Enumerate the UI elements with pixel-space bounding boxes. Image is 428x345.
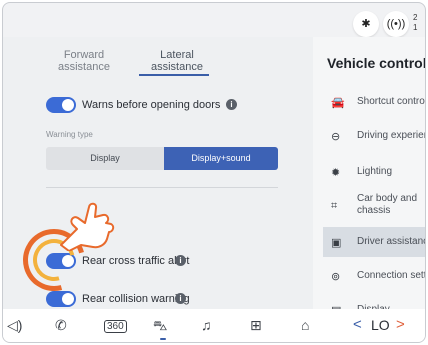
volume-icon[interactable]: ◁) — [7, 317, 22, 334]
connection-icon: ⊚ — [331, 271, 341, 283]
menu-item-shortcut-control[interactable]: 🚘 Shortcut control — [323, 87, 425, 117]
temperature-readout: LO — [371, 317, 390, 333]
steering-wheel-icon: ⊖ — [331, 131, 341, 143]
active-tab-indicator — [139, 74, 209, 76]
warning-type-label: Warning type — [46, 130, 93, 139]
tab-label-2: assistance — [58, 61, 110, 73]
driver-assist-icon: ▣ — [331, 237, 342, 249]
menu-item-car-body-chassis[interactable]: ⌗ Car body and chassis — [323, 189, 425, 223]
tab-lateral-assistance[interactable]: Lateral assistance — [137, 49, 217, 73]
bluetooth-icon[interactable]: ✱ — [353, 11, 379, 37]
menu-item-driver-assistance[interactable]: ▣ Driver assistance — [323, 227, 425, 257]
chassis-icon: ⌗ — [331, 200, 338, 212]
info-icon[interactable]: i — [175, 293, 186, 304]
tab-label: Forward — [63, 49, 105, 61]
bottom-dock: ◁) ✆ 360 ⛍ ♫ ⊞ ⌂ < LO > — [3, 309, 425, 342]
car-icon: 🚘 — [331, 97, 345, 109]
status-bar: ✱ ((•)) 2 1 — [305, 7, 425, 41]
warning-option-display-sound[interactable]: Display+sound — [164, 147, 278, 170]
rear-collision-label: Rear collision warning — [82, 293, 190, 305]
warning-type-segmented-control: Display Display+sound — [46, 147, 278, 170]
rear-cross-traffic-label: Rear cross traffic alert — [82, 255, 190, 267]
warn-doors-toggle[interactable] — [46, 97, 76, 113]
tab-label-2: assistance — [151, 61, 203, 73]
active-dock-indicator — [160, 338, 166, 340]
status-time: 2 1 — [413, 13, 418, 32]
music-icon[interactable]: ♫ — [201, 317, 212, 333]
vehicle-settings-screen: ✱ ((•)) 2 1 Forward assistance Lateral a… — [2, 2, 426, 343]
tab-label: Lateral — [160, 49, 194, 61]
temp-increase-button[interactable]: > — [396, 316, 405, 333]
360-camera-icon[interactable]: 360 — [104, 320, 127, 333]
car-icon[interactable]: ⛍ — [153, 317, 167, 336]
menu-item-connection-setting[interactable]: ⊚ Connection setting — [323, 261, 425, 291]
temp-decrease-button[interactable]: < — [353, 316, 362, 333]
divider — [46, 187, 278, 188]
light-icon: ✹ — [331, 167, 341, 179]
warning-option-display[interactable]: Display — [46, 147, 164, 170]
apps-grid-icon[interactable]: ⊞ — [250, 317, 262, 334]
vehicle-control-menu: Vehicle control 🚘 Shortcut control ⊖ Dri… — [313, 37, 426, 317]
menu-item-lighting[interactable]: ✹ Lighting — [323, 157, 425, 187]
warn-doors-label: Warns before opening doors — [82, 99, 221, 111]
tab-forward-assistance[interactable]: Forward assistance — [45, 49, 123, 73]
phone-icon[interactable]: ✆ — [55, 317, 67, 334]
vehicle-control-title: Vehicle control — [327, 55, 426, 71]
rear-collision-toggle[interactable] — [46, 291, 76, 307]
info-icon[interactable]: i — [175, 255, 186, 266]
signal-icon[interactable]: ((•)) — [383, 11, 409, 37]
home-icon[interactable]: ⌂ — [301, 317, 309, 333]
info-icon[interactable]: i — [226, 99, 237, 110]
menu-item-driving-experience[interactable]: ⊖ Driving experience — [323, 121, 425, 151]
pointing-hand-icon — [60, 202, 115, 251]
